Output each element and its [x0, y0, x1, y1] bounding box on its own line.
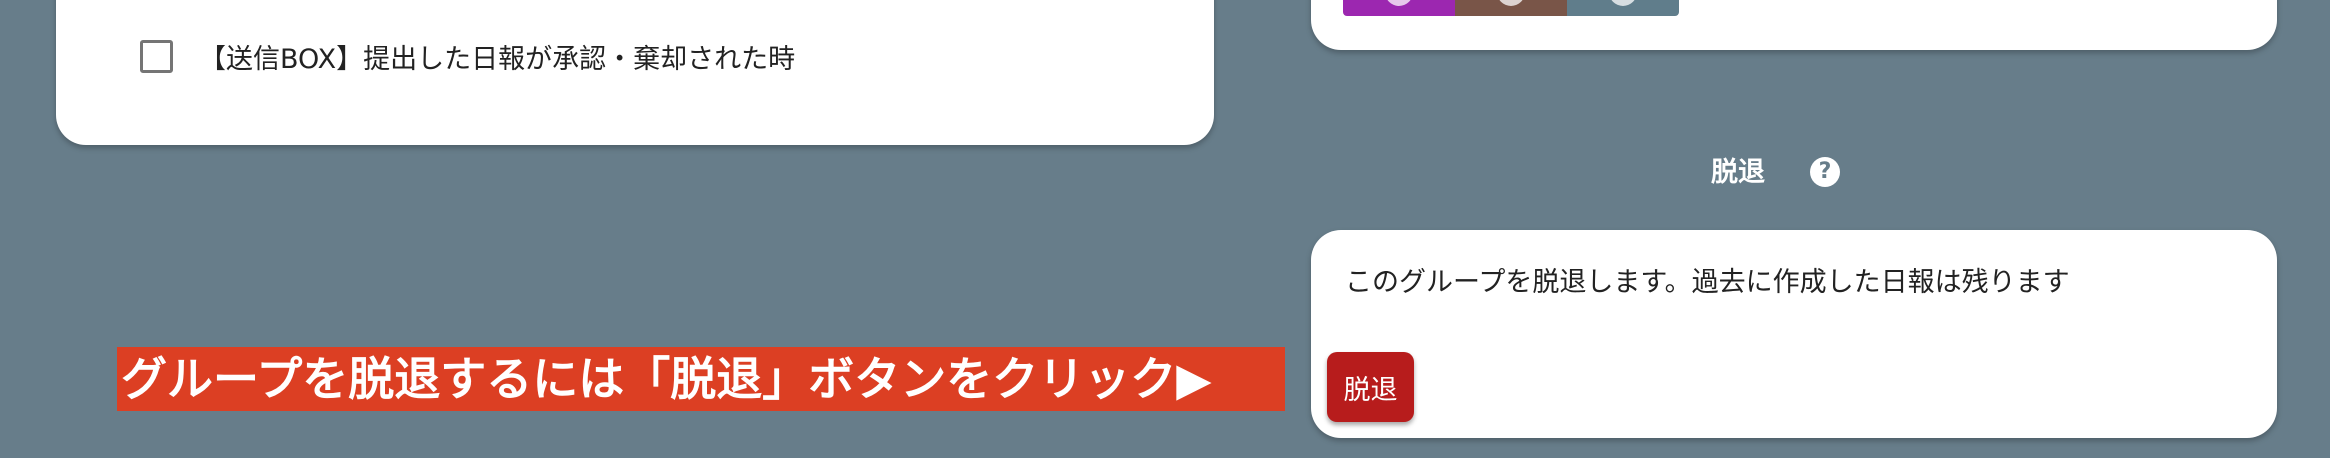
leave-button[interactable]: 脱退	[1327, 352, 1414, 422]
leave-description: このグループを脱退します。過去に作成した日報は残ります	[1345, 267, 2070, 298]
sent-box-notification-row[interactable]: 【送信BOX】提出した日報が承認・棄却された時	[140, 37, 795, 76]
sent-box-notification-checkbox[interactable]	[140, 40, 173, 73]
color-swatch-brown[interactable]	[1455, 0, 1567, 16]
sent-box-notification-label: 【送信BOX】提出した日報が承認・棄却された時	[199, 44, 796, 75]
notification-settings-card: 【送信BOX】提出した日報が承認・棄却された時	[56, 0, 1214, 145]
theme-color-card	[1311, 0, 2277, 50]
color-swatch-blue-grey[interactable]	[1567, 0, 1679, 16]
tutorial-annotation-banner: グループを脱退するには「脱退」ボタンをクリック▶	[117, 347, 1285, 411]
help-icon[interactable]: ?	[1810, 157, 1840, 187]
leave-group-card: このグループを脱退します。過去に作成した日報は残ります 脱退	[1311, 230, 2277, 438]
color-swatch-purple[interactable]	[1343, 0, 1455, 16]
color-palette	[1343, 0, 1679, 16]
leave-section-title: 脱退	[1711, 157, 1765, 188]
